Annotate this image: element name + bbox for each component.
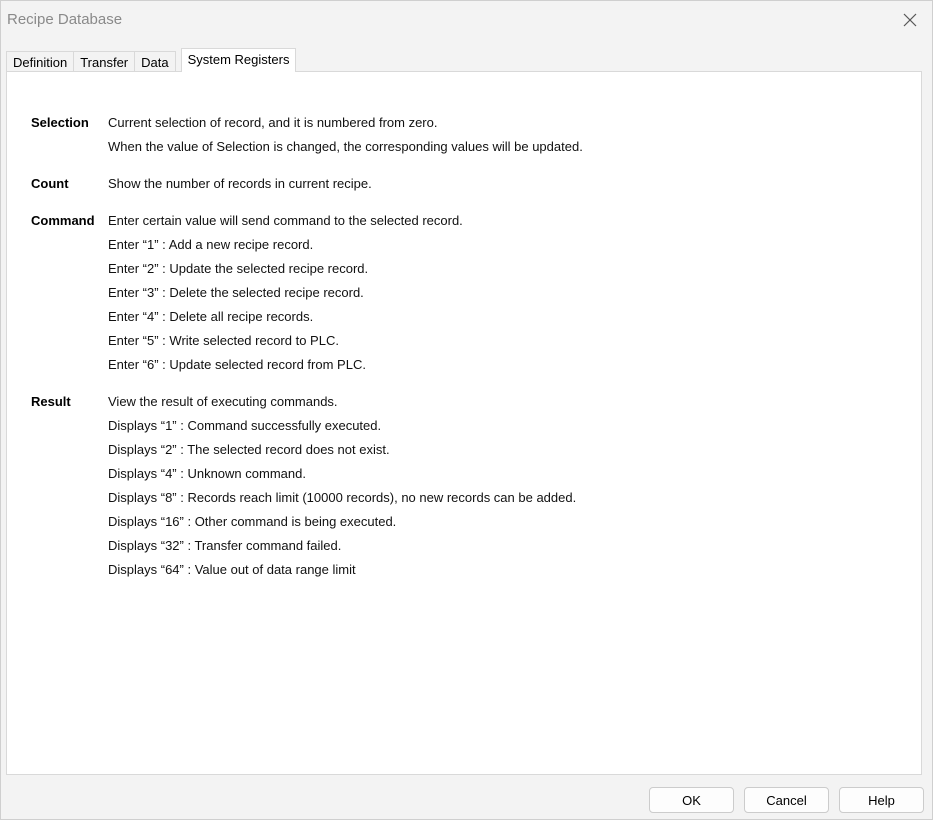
description-line: Enter “1” : Add a new recipe record. — [108, 237, 314, 252]
tab-bar: Definition Transfer Data System Register… — [6, 48, 297, 72]
system-registers-panel: Selection Current selection of record, a… — [6, 71, 922, 775]
term-label: Count — [31, 176, 69, 191]
description-line: Enter “2” : Update the selected recipe r… — [108, 261, 369, 276]
description-line: Displays “32” : Transfer command failed. — [108, 538, 342, 553]
tab-transfer[interactable]: Transfer — [73, 51, 136, 72]
description-line: Displays “64” : Value out of data range … — [108, 562, 356, 577]
description-line: Enter “4” : Delete all recipe records. — [108, 309, 314, 324]
term-label: Result — [31, 394, 71, 409]
close-icon — [903, 13, 917, 27]
description-lines: Show the number of records in current re… — [108, 176, 808, 200]
description-line: Displays “1” : Command successfully exec… — [108, 418, 382, 433]
description-line: Displays “16” : Other command is being e… — [108, 514, 397, 529]
term-label: Selection — [31, 115, 89, 130]
description-line: View the result of executing commands. — [108, 394, 338, 409]
description-lines: View the result of executing commands. D… — [108, 394, 808, 586]
description-line: Enter “6” : Update selected record from … — [108, 357, 366, 372]
cancel-button[interactable]: Cancel — [744, 787, 829, 813]
help-button[interactable]: Help — [839, 787, 924, 813]
tab-data[interactable]: Data — [134, 51, 176, 72]
description-line: Enter certain value will send command to… — [108, 213, 463, 228]
ok-button[interactable]: OK — [649, 787, 734, 813]
close-button[interactable] — [894, 5, 926, 35]
term-label: Command — [31, 213, 95, 228]
description-lines: Enter certain value will send command to… — [108, 213, 808, 381]
description-line: Enter “3” : Delete the selected recipe r… — [108, 285, 364, 300]
description-line: Displays “2” : The selected record does … — [108, 442, 390, 457]
description-lines: Current selection of record, and it is n… — [108, 115, 808, 163]
description-line: When the value of Selection is changed, … — [108, 139, 583, 154]
window-title: Recipe Database — [7, 11, 123, 28]
description-line: Show the number of records in current re… — [108, 176, 372, 191]
description-line: Current selection of record, and it is n… — [108, 115, 438, 130]
description-line: Displays “8” : Records reach limit (1000… — [108, 490, 577, 505]
description-line: Displays “4” : Unknown command. — [108, 466, 306, 481]
tab-definition[interactable]: Definition — [6, 51, 75, 72]
recipe-database-dialog: Recipe Database Definition Transfer Data… — [0, 0, 933, 820]
description-line: Enter “5” : Write selected record to PLC… — [108, 333, 339, 348]
tab-system-registers[interactable]: System Registers — [180, 48, 297, 72]
title-bar: Recipe Database — [1, 1, 932, 39]
